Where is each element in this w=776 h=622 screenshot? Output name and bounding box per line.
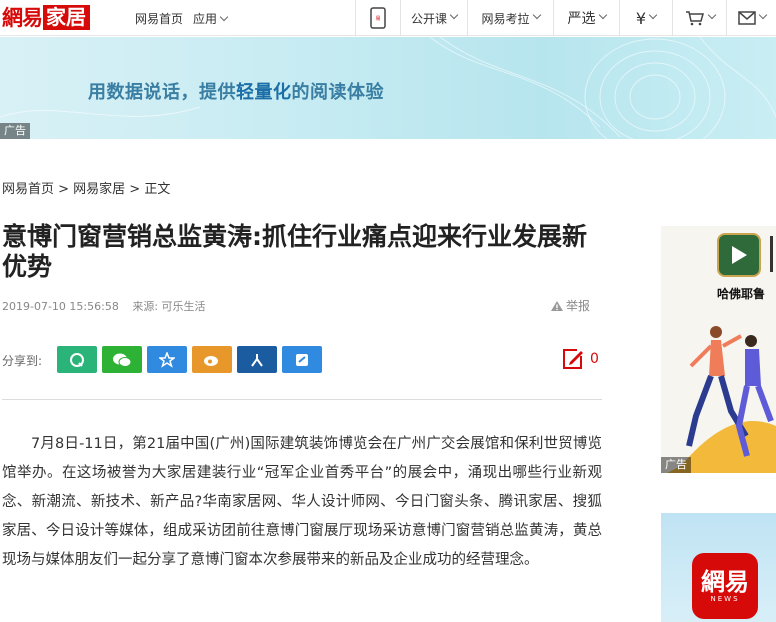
chevron-down-icon [648,10,658,20]
mail-icon [737,11,756,25]
chevron-down-icon [598,10,607,20]
site-logo[interactable]: 網易 家居 [2,5,90,30]
publish-date: 2019-07-10 15:56:58 [2,300,119,313]
comment-button[interactable]: 0 [561,347,599,371]
nav-link-home[interactable]: 网易首页 [135,10,183,27]
banner-slogan: 用数据说话，提供轻量化的阅读体验 [88,78,384,104]
chevron-down-icon [219,12,229,21]
renren-icon [251,353,263,367]
share-renren-button[interactable] [237,346,277,373]
chevron-down-icon [449,10,459,20]
article-meta: 2019-07-10 15:56:58 来源: 可乐生活 [2,298,216,314]
nav-mobile-app[interactable]: 易 [355,0,400,36]
divider [2,399,602,400]
nav-link-apps[interactable]: 应用 [193,10,229,27]
news-logo-sub: NEWS [710,595,740,603]
chevron-down-icon [707,10,716,20]
ad-divider-bar [770,236,773,272]
nav-yanxuan[interactable]: 严选 [553,0,619,36]
logo-netease: 網易 [2,5,43,30]
play-app-icon [717,233,761,277]
nav-open-course-label: 公开课 [411,11,448,26]
top-navbar: 網易 家居 网易首页 应用 易 公开课 网易考拉 严选 ¥ [0,0,776,36]
nav-left-links: 网易首页 应用 [135,0,237,36]
weibo-icon [204,356,218,366]
news-logo-text: 網易 [701,567,749,596]
nav-yanxuan-label: 严选 [567,11,596,27]
nav-open-course[interactable]: 公开课 [400,0,467,36]
runners-illustration [667,326,776,473]
edit-comment-icon [563,349,583,369]
phone-icon: 易 [370,7,386,29]
page-title: 意博门窗营销总监黄涛:抓住行业痛点迎来行业发展新优势 [2,222,587,281]
nav-right-items: 易 公开课 网易考拉 严选 ¥ [355,0,776,36]
sidebar-ad-course[interactable]: 哈佛耶鲁 广告 [661,226,776,473]
share-yixin-button[interactable] [282,346,322,373]
share-qzone-button[interactable] [147,346,187,373]
nav-cart[interactable] [672,0,726,36]
report-label: 举报 [566,299,591,313]
nav-kaola-label: 网易考拉 [481,11,530,26]
qq-icon [70,352,84,367]
yen-icon: ¥ [635,8,647,28]
banner-text-before: 用数据说话，提供 [88,82,236,103]
chevron-down-icon [758,10,767,20]
logo-home: 家居 [43,5,90,30]
cart-icon [685,11,704,26]
nav-kaola[interactable]: 网易考拉 [467,0,553,36]
wechat-icon [113,353,132,367]
share-buttons [57,346,327,373]
share-weibo-button[interactable] [192,346,232,373]
star-icon [159,351,175,368]
article-paragraph: 7月8日-11日，第21届中国(广州)国际建筑装饰博览会在广州广交会展馆和保利世… [2,436,602,568]
banner-ad[interactable]: 用数据说话，提供轻量化的阅读体验 广告 [0,37,776,139]
ad-tag: 广告 [661,457,691,473]
share-label: 分享到: [2,354,43,368]
warning-icon [551,300,563,311]
breadcrumb[interactable]: 网易首页 > 网易家居 > 正文 [2,178,170,197]
banner-text-after: 的阅读体验 [291,82,384,103]
sidebar-ad-news[interactable]: 網易 NEWS [661,513,776,622]
article-source[interactable]: 来源: 可乐生活 [132,300,205,313]
nav-finance[interactable]: ¥ [619,0,672,36]
svg-text:易: 易 [375,16,380,22]
ad-tag: 广告 [0,123,30,139]
report-button[interactable]: 举报 [550,297,590,314]
comment-count: 0 [590,351,599,367]
nav-link-apps-label: 应用 [193,11,218,26]
netease-news-logo: 網易 NEWS [692,553,758,619]
banner-text-em: 轻量化 [236,82,292,103]
nav-mail[interactable] [726,0,776,36]
share-wechat-button[interactable] [102,346,142,373]
share-qq-button[interactable] [57,346,97,373]
chevron-down-icon [532,10,541,20]
yixin-icon [296,353,308,366]
